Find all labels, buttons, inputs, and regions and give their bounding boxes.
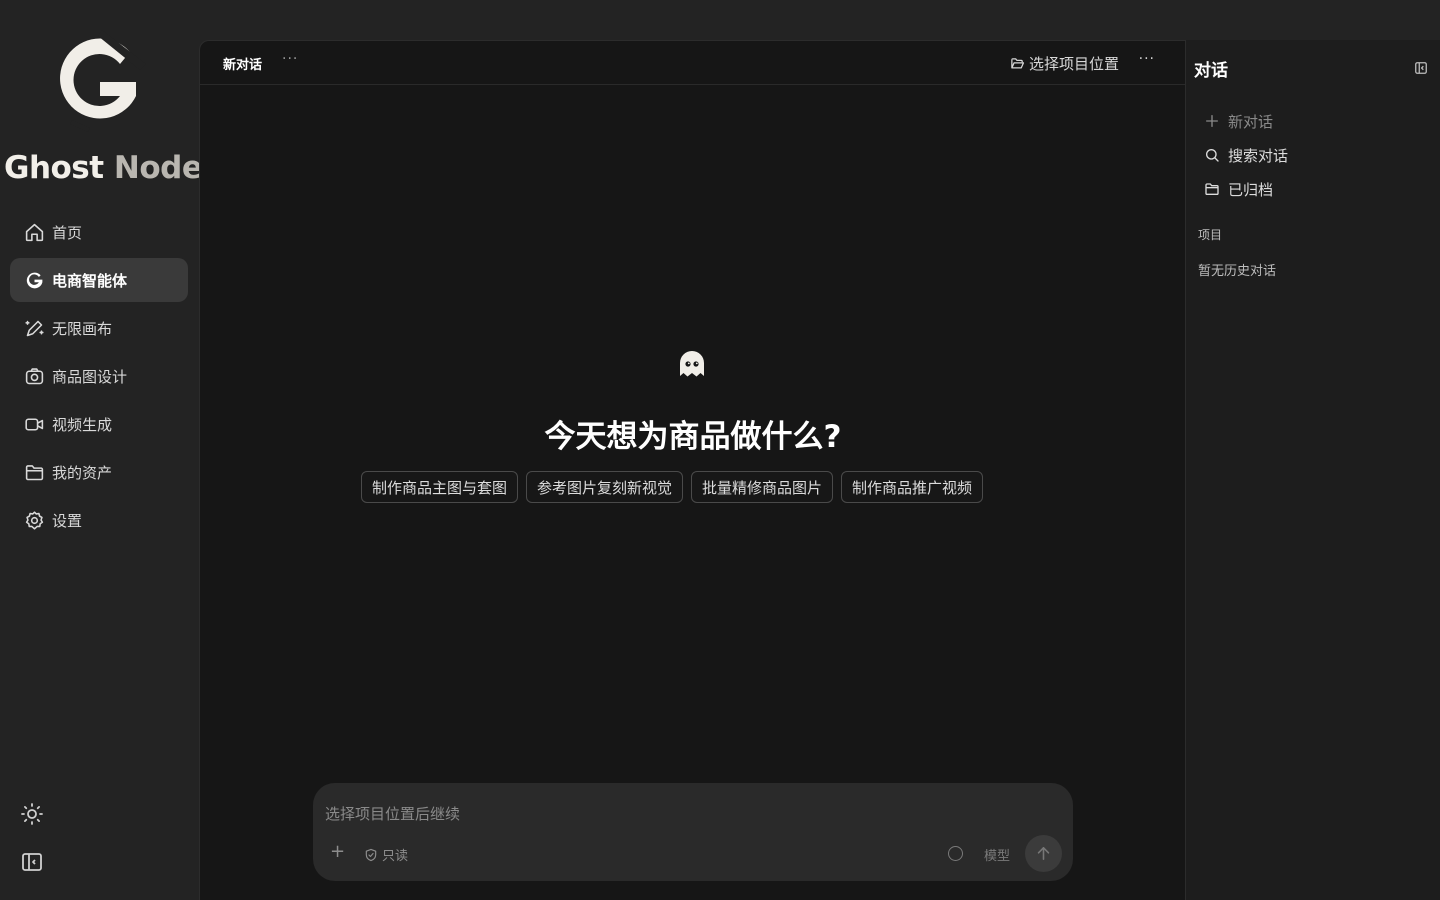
message-input[interactable]: 选择项目位置后继续: [325, 803, 460, 824]
sun-icon[interactable]: [20, 802, 44, 826]
sidebar-toggle-icon[interactable]: [20, 850, 44, 874]
nav-item-label: 我的资产: [52, 463, 113, 482]
nav-item-label: 商品图设计: [52, 367, 128, 386]
suggestion-chips: 制作商品主图与套图 参考图片复刻新视觉 批量精修商品图片 制作商品推广视频: [361, 471, 991, 503]
collapse-panel-icon[interactable]: [1414, 60, 1428, 74]
suggestion-chip[interactable]: 批量精修商品图片: [691, 471, 834, 503]
readonly-label: 只读: [382, 849, 409, 864]
nav-item-label: 无限画布: [52, 319, 113, 338]
ghost-mascot-icon: [680, 351, 704, 377]
suggestion-chip[interactable]: 制作商品推广视频: [841, 471, 984, 503]
new-conversation-label: 新对话: [1228, 112, 1274, 131]
brand-name: Ghost Node: [4, 150, 203, 186]
nav-item-ecommerce-agent[interactable]: 电商智能体: [10, 258, 188, 302]
conversations-panel-title: 对话: [1194, 61, 1228, 81]
search-conversations-button[interactable]: 搜索对话: [1204, 138, 1288, 172]
nav-item-label: 电商智能体: [52, 271, 128, 290]
nav-item-product-design[interactable]: 商品图设计: [10, 354, 188, 398]
nav-item-label: 设置: [52, 511, 83, 530]
send-button[interactable]: [1025, 835, 1062, 872]
archived-label: 已归档: [1228, 180, 1274, 199]
search-icon: [1206, 149, 1219, 162]
topbar-more-button[interactable]: ···: [1139, 51, 1155, 67]
select-project-button[interactable]: 选择项目位置: [1010, 53, 1119, 74]
nav-item-settings[interactable]: 设置: [10, 498, 188, 542]
home-icon: [23, 221, 45, 243]
status-circle-icon[interactable]: [948, 846, 963, 861]
conversation-more-button[interactable]: ···: [282, 51, 298, 67]
nav-item-label: 首页: [52, 223, 83, 242]
folder-open-icon: [1011, 58, 1025, 69]
chat-main-panel: 新对话 ··· 选择项目位置 ··· 今天想为商品做什么? 制作商品主图与套图 …: [199, 40, 1185, 900]
message-composer: 选择项目位置后继续 + 只读 模型: [313, 783, 1073, 881]
empty-history-text: 暂无历史对话: [1198, 264, 1277, 279]
model-selector[interactable]: 模型: [984, 845, 1010, 864]
conversation-actions: 新对话 搜索对话 已归档: [1204, 104, 1288, 206]
nav-item-infinite-canvas[interactable]: 无限画布: [10, 306, 188, 350]
main-nav: 首页 电商智能体 无限画布 商品图设计 视频生成 我的资产 设置: [10, 210, 188, 546]
archived-button[interactable]: 已归档: [1204, 172, 1288, 206]
arrow-up-icon: [1037, 847, 1050, 860]
search-conversations-label: 搜索对话: [1228, 146, 1289, 165]
video-icon: [23, 413, 45, 435]
add-attachment-button[interactable]: +: [330, 843, 345, 861]
readonly-mode-button[interactable]: 只读: [364, 845, 408, 864]
magic-pen-icon: [23, 317, 45, 339]
brand-word-node: Node: [113, 150, 203, 186]
nav-item-label: 视频生成: [52, 415, 113, 434]
ghost-node-logo: [60, 30, 146, 132]
shield-check-icon: [365, 848, 377, 861]
folder-icon: [23, 461, 45, 483]
gear-icon: [23, 509, 45, 531]
g-logo-icon: [23, 269, 45, 291]
plus-icon: [1206, 115, 1218, 127]
nav-item-home[interactable]: 首页: [10, 210, 188, 254]
archive-folder-icon: [1205, 183, 1219, 195]
brand-word-ghost: Ghost: [4, 150, 104, 186]
suggestion-chip[interactable]: 参考图片复刻新视觉: [526, 471, 684, 503]
conversations-panel: 对话 新对话 搜索对话 已归档 项目 暂无历史对话: [1185, 40, 1440, 900]
select-project-label: 选择项目位置: [1028, 55, 1119, 73]
chat-topbar: 新对话 ··· 选择项目位置 ···: [200, 41, 1185, 85]
welcome-headline: 今天想为商品做什么?: [544, 419, 842, 455]
conversation-title[interactable]: 新对话: [223, 54, 262, 73]
left-sidebar: Ghost Node 首页 电商智能体 无限画布 商品图设计 视频生成 我的资产…: [0, 0, 203, 900]
new-conversation-button[interactable]: 新对话: [1204, 104, 1288, 138]
camera-icon: [23, 365, 45, 387]
nav-item-video-generation[interactable]: 视频生成: [10, 402, 188, 446]
suggestion-chip[interactable]: 制作商品主图与套图: [361, 471, 519, 503]
app-window: Ghost Node 首页 电商智能体 无限画布 商品图设计 视频生成 我的资产…: [0, 0, 1440, 900]
nav-item-my-assets[interactable]: 我的资产: [10, 450, 188, 494]
projects-section-label: 项目: [1198, 228, 1223, 242]
